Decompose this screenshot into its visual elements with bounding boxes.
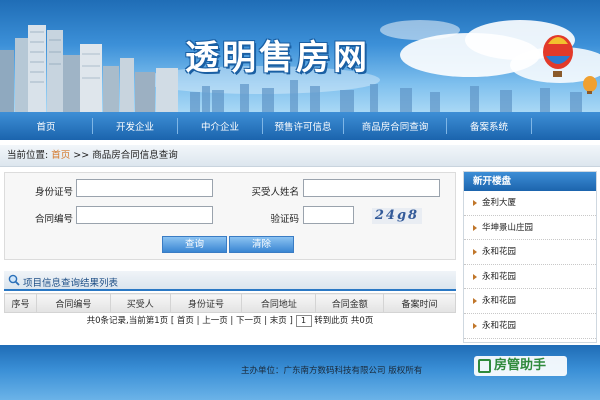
sidebar-item-label: 永和花园 [482, 271, 517, 282]
results-table: 序号 合同编号 买受人 身份证号 合同地址 合同金额 备案时间 [4, 293, 456, 313]
goto-page-link[interactable]: 转到此页 共0页 [312, 316, 373, 326]
id-number-input[interactable] [76, 179, 213, 197]
nav-item-home[interactable]: 首页 [0, 119, 92, 133]
app-logo-icon [478, 359, 491, 373]
breadcrumb-current: 商品房合同信息查询 [92, 150, 178, 161]
breadcrumb-prefix: 当前位置: [7, 150, 49, 161]
site-title: 透明售房网 [185, 38, 370, 78]
search-magnifier-icon [8, 274, 20, 286]
column-header: 备案时间 [383, 293, 456, 313]
pagination-separator: | [193, 316, 203, 326]
first-page-link[interactable]: 首页 [177, 316, 194, 326]
results-header: 项目信息查询结果列表 [4, 271, 456, 291]
pagination: 共0条记录,当前第1页 [ 首页 | 上一页 | 下一页 | 末页 ] 1 转到… [4, 314, 456, 328]
watermark-text: 房管助手 [494, 358, 547, 373]
page-number-input[interactable]: 1 [295, 314, 312, 327]
column-header: 序号 [4, 293, 37, 313]
sidebar-item-project[interactable]: 金利大厦 [464, 191, 596, 216]
sidebar-item-project[interactable]: 永和花园 [464, 240, 596, 265]
sidebar-item-label: 永和花园 [482, 296, 517, 307]
arrow-right-icon [473, 298, 477, 305]
results-title: 项目信息查询结果列表 [23, 278, 119, 289]
nav-item-developers[interactable]: 开发企业 [93, 119, 177, 133]
breadcrumb-separator: >> [73, 150, 93, 161]
clear-button[interactable]: 清除 [229, 236, 294, 253]
sidebar-item-label: 永和花园 [482, 247, 517, 258]
main-nav: 首页 开发企业 中介企业 预售许可信息 商品房合同查询 备案系统 [0, 112, 600, 140]
contract-number-input[interactable] [76, 206, 213, 224]
search-button[interactable]: 查询 [162, 236, 227, 253]
prev-page-link[interactable]: 上一页 [202, 316, 228, 326]
nav-divider [531, 118, 532, 134]
watermark-badge: 房管助手 [474, 356, 567, 376]
footer-copyright: 主办单位：广东南方数码科技有限公司 版权所有 [241, 366, 423, 376]
buyer-name-label: 买受人姓名 [251, 187, 299, 198]
next-page-link[interactable]: 下一页 [236, 316, 262, 326]
sidebar-item-label: 华坤景山庄园 [482, 222, 534, 233]
header-banner: 透明售房网 [0, 0, 600, 112]
buyer-name-input[interactable] [303, 179, 440, 197]
sidebar-item-project[interactable]: 永和花园 [464, 289, 596, 314]
pagination-close: ] [286, 316, 293, 326]
pagination-separator: | [261, 316, 270, 326]
column-header: 合同金额 [315, 293, 385, 313]
pagination-separator: | [227, 316, 236, 326]
sidebar-item-label: 永和花园 [482, 320, 517, 331]
breadcrumb-home-link[interactable]: 首页 [51, 150, 70, 161]
arrow-right-icon [473, 224, 477, 231]
arrow-right-icon [473, 249, 477, 256]
arrow-right-icon [473, 322, 477, 329]
sidebar-item-project[interactable]: 永和花园 [464, 314, 596, 339]
captcha-image[interactable]: 24g8 [372, 208, 422, 224]
sidebar-title: 新开楼盘 [464, 172, 596, 191]
column-header: 身份证号 [169, 293, 243, 313]
sidebar-item-project[interactable]: 永和花园 [464, 265, 596, 290]
arrow-right-icon [473, 273, 477, 280]
column-header: 合同地址 [241, 293, 317, 313]
arrow-right-icon [473, 200, 477, 206]
nav-item-contract-query[interactable]: 商品房合同查询 [344, 119, 446, 133]
table-header-row: 序号 合同编号 买受人 身份证号 合同地址 合同金额 备案时间 [4, 293, 456, 313]
id-number-label: 身份证号 [34, 187, 73, 198]
last-page-link[interactable]: 末页 [270, 316, 287, 326]
nav-item-agencies[interactable]: 中介企业 [178, 119, 262, 133]
new-projects-sidebar: 新开楼盘 金利大厦 华坤景山庄园 永和花园 永和花园 永和花园 永和花园 [463, 171, 597, 343]
contract-number-label: 合同编号 [34, 214, 73, 225]
captcha-input[interactable] [303, 206, 354, 224]
sidebar-item-project[interactable]: 华坤景山庄园 [464, 216, 596, 241]
column-header: 买受人 [109, 293, 171, 313]
search-form: 身份证号 买受人姓名 合同编号 验证码 24g8 查询 清除 [4, 172, 456, 260]
nav-item-presale-permits[interactable]: 预售许可信息 [263, 119, 343, 133]
pagination-summary: 共0条记录,当前第1页 [ [86, 316, 175, 326]
sidebar-item-label: 金利大厦 [482, 198, 517, 208]
breadcrumb: 当前位置: 首页 >> 商品房合同信息查询 [0, 145, 600, 167]
nav-item-filing-system[interactable]: 备案系统 [447, 119, 531, 133]
captcha-label: 验证码 [270, 214, 299, 225]
column-header: 合同编号 [35, 293, 111, 313]
